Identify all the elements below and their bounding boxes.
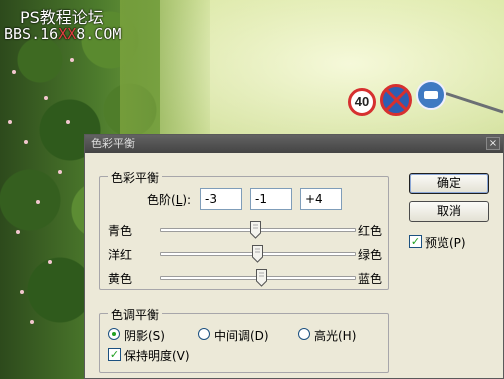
watermark-url-part2: XX <box>58 25 77 43</box>
watermark-url: BBS.16XX8.COM <box>4 25 121 43</box>
ok-button[interactable]: 确定 <box>409 173 489 194</box>
cancel-button[interactable]: 取消 <box>409 201 489 222</box>
tone-balance-group-title: 色调平衡 <box>108 306 163 323</box>
slider-cyan-label: 青色 <box>108 224 133 238</box>
level-magenta-green-input[interactable]: -1 <box>250 188 292 210</box>
level-yellow-blue-input[interactable]: +4 <box>300 188 342 210</box>
tone-balance-group: 色调平衡 阴影(S) 中间调(D) 高光(H) ✓ 保持明度(V) <box>99 306 389 373</box>
slider-yellow-label: 黄色 <box>108 272 133 286</box>
slider-green-label: 绿色 <box>358 248 383 262</box>
preserve-luminosity-checkbox[interactable]: ✓ <box>108 348 121 361</box>
yellow-blue-slider-thumb[interactable] <box>256 269 267 287</box>
preview-checkbox[interactable]: ✓ <box>409 235 422 248</box>
preview-label[interactable]: 预览(P) <box>425 234 466 251</box>
close-button[interactable]: × <box>486 137 500 150</box>
slider-magenta-label: 洋红 <box>108 248 133 262</box>
preserve-luminosity-label[interactable]: 保持明度(V) <box>124 347 190 364</box>
no-parking-sign <box>380 84 412 116</box>
magenta-green-slider-thumb[interactable] <box>252 245 263 263</box>
dialog-titlebar[interactable]: 色彩平衡 × <box>85 135 503 153</box>
slider-blue-label: 蓝色 <box>358 272 383 286</box>
bus-sign <box>416 80 446 110</box>
watermark-url-part1: BBS.16 <box>4 25 59 43</box>
color-balance-dialog: 色彩平衡 × 色彩平衡 色阶(L): -3 -1 +4 青色 红色 洋红 绿色 … <box>84 134 504 379</box>
highlights-radio[interactable] <box>298 328 310 340</box>
shadows-radio[interactable] <box>108 328 120 340</box>
levels-label: 色阶(L): <box>147 193 192 207</box>
speed-limit-sign: 40 <box>348 88 376 116</box>
color-balance-group: 色彩平衡 色阶(L): -3 -1 +4 青色 红色 洋红 绿色 黄色 蓝色 <box>99 169 389 290</box>
shadows-label[interactable]: 阴影(S) <box>124 327 165 344</box>
slider-red-label: 红色 <box>358 224 383 238</box>
bus-icon <box>424 91 438 99</box>
midtones-label[interactable]: 中间调(D) <box>214 327 269 344</box>
highlights-label[interactable]: 高光(H) <box>314 327 356 344</box>
midtones-radio[interactable] <box>198 328 210 340</box>
dialog-title: 色彩平衡 <box>91 137 135 150</box>
cyan-red-slider-thumb[interactable] <box>250 221 261 239</box>
levels-label-key: L <box>175 193 183 207</box>
color-balance-group-title: 色彩平衡 <box>108 169 163 186</box>
watermark-url-part3: 8.COM <box>76 25 122 43</box>
level-cyan-red-input[interactable]: -3 <box>200 188 242 210</box>
